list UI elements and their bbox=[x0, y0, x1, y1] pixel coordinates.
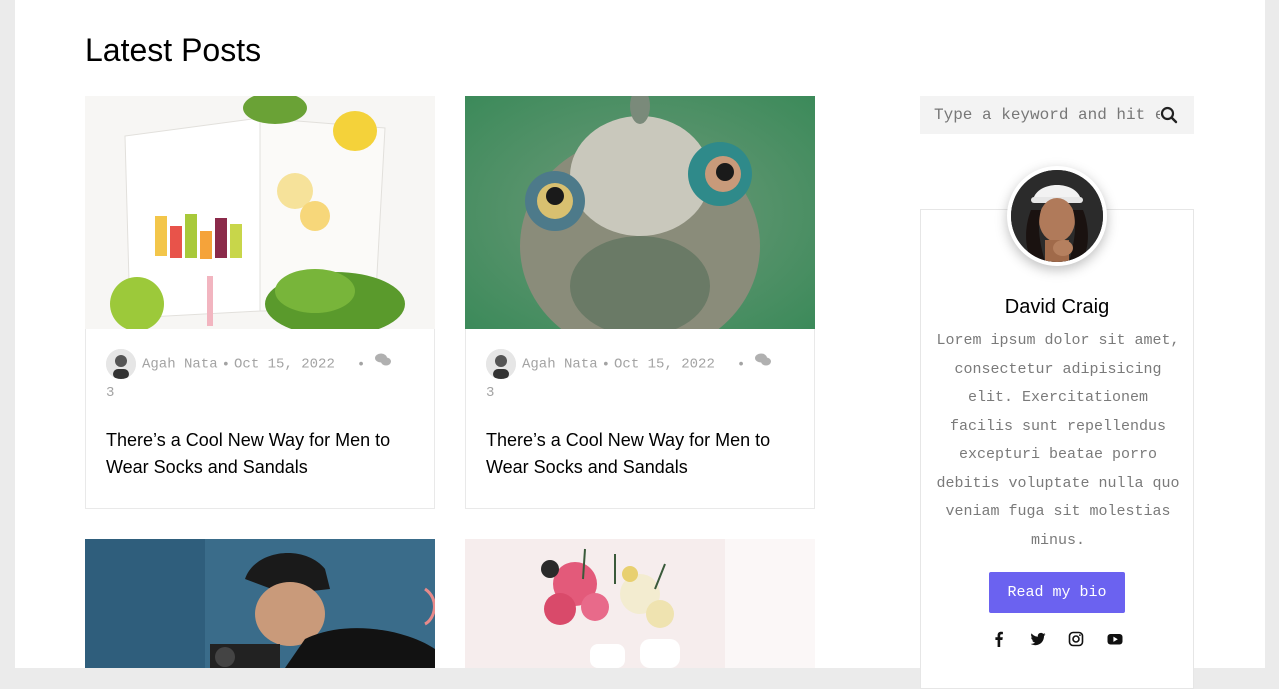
instagram-icon[interactable] bbox=[1068, 631, 1084, 647]
post-image-smoothie-book[interactable] bbox=[85, 96, 435, 329]
search-input[interactable] bbox=[920, 96, 1160, 134]
author-name[interactable]: Agah Nata bbox=[142, 357, 218, 373]
post-date: Oct 15, 2022 bbox=[614, 356, 715, 373]
social-links bbox=[921, 631, 1193, 652]
meta-bullet: • bbox=[356, 356, 366, 373]
bio-text: Lorem ipsum dolor sit amet, consectetur … bbox=[936, 332, 1180, 549]
comments-icon bbox=[755, 350, 772, 378]
author-avatar bbox=[486, 349, 516, 379]
meta-bullet: • bbox=[221, 356, 231, 373]
section-title: Latest Posts bbox=[85, 32, 262, 68]
facebook-icon[interactable] bbox=[991, 631, 1007, 647]
post-meta: Agah Nata • Oct 15, 2022 • 3 bbox=[106, 349, 416, 407]
read-bio-button[interactable]: Read my bio bbox=[989, 572, 1125, 613]
comment-count: 3 bbox=[486, 385, 495, 401]
post-card[interactable] bbox=[465, 539, 815, 668]
post-title[interactable]: There’s a Cool New Way for Men to Wear S… bbox=[486, 427, 796, 481]
post-title[interactable]: There’s a Cool New Way for Men to Wear S… bbox=[106, 427, 416, 481]
bio-name: David Craig bbox=[1004, 296, 1110, 318]
comments-icon bbox=[375, 350, 392, 378]
author-name[interactable]: Agah Nata bbox=[522, 357, 598, 373]
post-card[interactable] bbox=[85, 539, 435, 668]
post-image-chameleon[interactable] bbox=[465, 96, 815, 329]
post-image-flowers[interactable] bbox=[465, 539, 815, 668]
post-meta: Agah Nata • Oct 15, 2022 • 3 bbox=[486, 349, 796, 407]
bio-avatar bbox=[1007, 166, 1107, 266]
meta-bullet: • bbox=[736, 356, 746, 373]
comment-count: 3 bbox=[106, 385, 115, 401]
post-card[interactable]: Agah Nata • Oct 15, 2022 • 3 There’s a Cool… bbox=[85, 96, 435, 509]
post-card[interactable]: Agah Nata • Oct 15, 2022 • 3 There’s a Cool… bbox=[465, 96, 815, 509]
post-date: Oct 15, 2022 bbox=[234, 356, 335, 373]
youtube-icon[interactable] bbox=[1107, 631, 1123, 647]
author-bio-card: David Craig Lorem ipsum dolor sit amet, … bbox=[920, 166, 1194, 689]
author-avatar bbox=[106, 349, 136, 379]
search-box bbox=[920, 96, 1194, 134]
search-icon[interactable] bbox=[1160, 106, 1178, 124]
post-image-cameraman[interactable] bbox=[85, 539, 435, 668]
twitter-icon[interactable] bbox=[1030, 631, 1046, 647]
page: Latest Posts Agah Nata • Oct 15, 2022 • … bbox=[15, 0, 1265, 689]
meta-bullet: • bbox=[601, 356, 611, 373]
